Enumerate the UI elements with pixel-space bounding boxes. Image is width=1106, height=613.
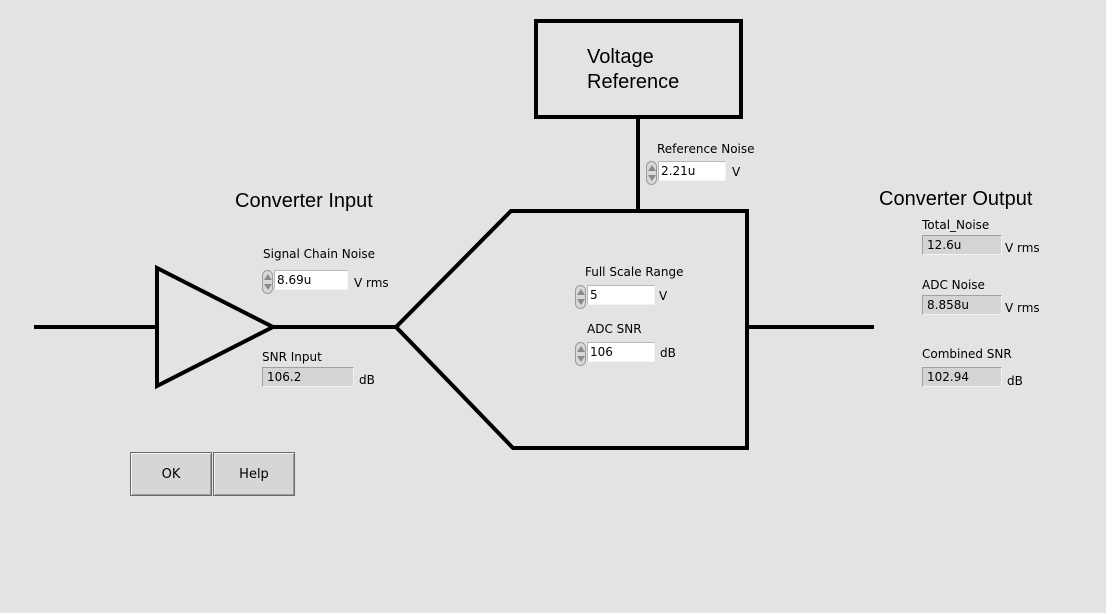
combined-snr-indicator: 102.94: [922, 367, 1002, 387]
voltage-reference-title-line2: Reference: [587, 71, 680, 93]
signal-chain-noise-input[interactable]: [274, 270, 348, 290]
spin-down-icon[interactable]: [648, 175, 656, 181]
spin-up-icon[interactable]: [648, 165, 656, 171]
help-button[interactable]: Help: [213, 452, 295, 496]
voltage-reference-title: Voltage Reference: [587, 45, 679, 95]
combined-snr-unit: dB: [1007, 374, 1023, 388]
spin-up-icon[interactable]: [577, 289, 585, 295]
adc-snr-label: ADC SNR: [587, 322, 642, 336]
adc-noise-label: ADC Noise: [922, 278, 985, 292]
total-noise-indicator: 12.6u: [922, 235, 1002, 255]
signal-chain-noise-unit: V rms: [354, 276, 389, 290]
total-noise-unit: V rms: [1005, 241, 1040, 255]
spin-down-icon[interactable]: [577, 356, 585, 362]
total-noise-label: Total_Noise: [922, 218, 990, 232]
signal-chain-noise-spinner[interactable]: [262, 270, 273, 294]
spin-down-icon[interactable]: [577, 299, 585, 305]
reference-noise-spinner[interactable]: [646, 161, 657, 185]
full-scale-range-spinner[interactable]: [575, 285, 586, 309]
converter-output-heading: Converter Output: [879, 188, 1033, 210]
reference-noise-label: Reference Noise: [657, 142, 755, 156]
adc-noise-unit: V rms: [1005, 301, 1040, 315]
spin-down-icon[interactable]: [264, 284, 272, 290]
snr-input-indicator: 106.2: [262, 367, 354, 387]
reference-noise-input[interactable]: [658, 161, 726, 181]
spin-up-icon[interactable]: [264, 274, 272, 280]
adc-snr-spinner[interactable]: [575, 342, 586, 366]
full-scale-range-unit: V: [659, 289, 668, 303]
combined-snr-label: Combined SNR: [922, 347, 1012, 361]
snr-input-label: SNR Input: [262, 350, 322, 364]
signal-chain-noise-label: Signal Chain Noise: [263, 247, 376, 261]
adc-noise-indicator: 8.858u: [922, 295, 1002, 315]
converter-input-heading: Converter Input: [235, 190, 373, 212]
adc-snr-input[interactable]: [587, 342, 655, 362]
full-scale-range-input[interactable]: [587, 285, 655, 305]
amplifier-triangle: [155, 264, 278, 390]
reference-noise-unit: V: [732, 165, 741, 179]
ok-button[interactable]: OK: [130, 452, 212, 496]
snr-input-unit: dB: [359, 373, 375, 387]
adc-block-outline: [393, 209, 749, 450]
spin-up-icon[interactable]: [577, 346, 585, 352]
adc-snr-unit: dB: [660, 346, 676, 360]
voltage-reference-title-line1: Voltage: [587, 46, 654, 68]
full-scale-range-label: Full Scale Range: [585, 265, 684, 279]
